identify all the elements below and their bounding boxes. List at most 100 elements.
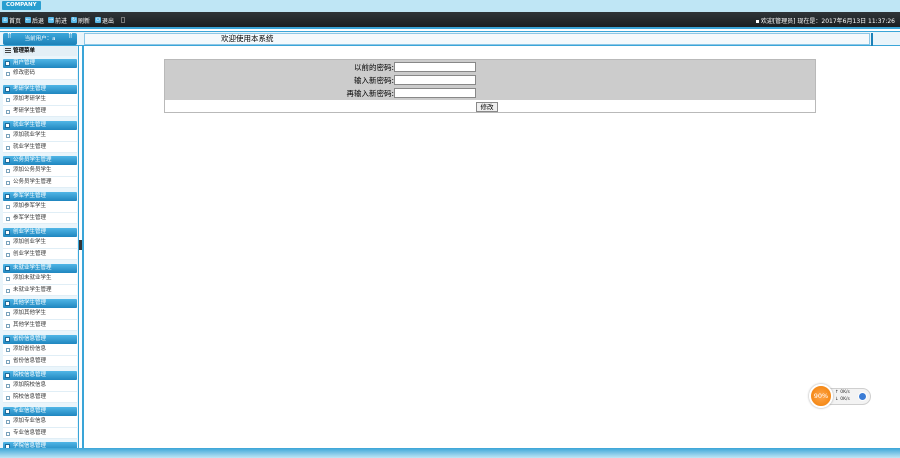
menu-item[interactable]: 院校信息管理	[3, 391, 77, 403]
menu-item-label: 修改密码	[13, 70, 36, 76]
download-arrow: ↓	[835, 397, 839, 402]
menu-item[interactable]: 添加其他学生	[3, 308, 77, 320]
menu-group-header[interactable]: 创业学生管理	[3, 228, 77, 237]
menu-item[interactable]: 就业学生管理	[3, 141, 77, 153]
menu-item[interactable]: 专业信息管理	[3, 427, 77, 439]
menu-item-label: 公务员学生管理	[13, 178, 52, 185]
toolbar: ⌂ 首页 ← 后退 → 前进 ↻ 刷新 ⏻ 退出 欢迎[管理员] 现在是：2017年6月1…	[0, 12, 900, 29]
folder-icon	[5, 409, 10, 414]
menu-group: 公务员学生管理 添加公务员学生 公务员学生管理	[3, 156, 77, 188]
menu-group-header[interactable]: 用户管理	[3, 59, 77, 68]
top-banner: COMPANY	[0, 0, 900, 12]
menu-group-title: 创业学生管理	[13, 229, 47, 235]
new-password-label: 输入新密码:	[353, 76, 394, 85]
accelerate-icon[interactable]	[858, 392, 867, 401]
menu-group-title: 公务员学生管理	[13, 157, 52, 163]
menu-item[interactable]: 添加公务员学生	[3, 165, 77, 177]
current-user-label: 当前用户：a	[24, 36, 56, 42]
old-password-row: 以前的密码:	[165, 62, 815, 73]
menu-group: 其他学生管理 添加其他学生 其他学生管理	[3, 299, 77, 331]
confirm-password-input[interactable]	[394, 88, 476, 98]
menu-item[interactable]: 省份信息管理	[3, 355, 77, 367]
list-icon	[5, 48, 11, 54]
content-title-bar: 欢迎使用本系统	[84, 33, 870, 45]
menu-item[interactable]: 未就业学生管理	[3, 284, 77, 296]
menu-item[interactable]: 参军学生管理	[3, 212, 77, 224]
title-right-edge	[871, 33, 873, 46]
menu-item[interactable]: 其他学生管理	[3, 319, 77, 331]
menu-item-label: 添加参军学生	[13, 203, 47, 209]
pin-right-icon: ⇑	[67, 31, 74, 40]
sidebar: 管理菜单 用户管理 修改密码 考研学生管理 添加考研学生 考研学生管理 就业学生管理 添加就…	[0, 46, 79, 450]
menu-group-header[interactable]: 考研学生管理	[3, 85, 77, 94]
home-icon: ⌂	[2, 17, 8, 23]
menu-item-label: 创业学生管理	[13, 250, 47, 257]
menu-group-header[interactable]: 参军学生管理	[3, 192, 77, 201]
new-password-row: 输入新密码:	[165, 75, 815, 86]
menu-item[interactable]: 修改密码	[3, 68, 77, 80]
menu-group-header[interactable]: 院校信息管理	[3, 371, 77, 380]
submit-button[interactable]: 修改	[476, 102, 498, 112]
menu-item[interactable]: 添加参军学生	[3, 201, 77, 213]
menu-item-label: 考研学生管理	[13, 107, 47, 114]
menu-group: 考研学生管理 添加考研学生 考研学生管理	[3, 85, 77, 117]
welcome-text: 欢迎[管理员] 现在是：2017年6月13日 11:37:26	[755, 16, 895, 25]
menu-item-icon	[6, 395, 10, 400]
menu-group-header[interactable]: 省份信息管理	[3, 335, 77, 344]
menu-group-header[interactable]: 未就业学生管理	[3, 264, 77, 273]
old-password-input[interactable]	[394, 62, 476, 72]
back-icon: ←	[25, 17, 31, 23]
menu-item-icon	[6, 420, 10, 424]
refresh-button[interactable]: ↻ 刷新	[71, 15, 90, 25]
menu-item[interactable]: 添加专业信息	[3, 416, 77, 428]
refresh-icon: ↻	[71, 17, 77, 23]
folder-icon	[5, 301, 10, 306]
menu-group-header[interactable]: 公务员学生管理	[3, 156, 77, 165]
menu-item[interactable]: 考研学生管理	[3, 105, 77, 117]
footer-bar	[0, 448, 900, 458]
menu-item[interactable]: 添加院校信息	[3, 380, 77, 392]
menu-item-label: 添加专业信息	[13, 418, 47, 424]
menu-item-icon	[6, 241, 10, 245]
menu-item-label: 参军学生管理	[13, 214, 47, 221]
menu-item-icon	[6, 312, 10, 316]
menu-item[interactable]: 添加未就业学生	[3, 273, 77, 285]
folder-icon	[5, 337, 10, 342]
menu-item[interactable]: 添加省份信息	[3, 344, 77, 356]
menu-item-label: 就业学生管理	[13, 143, 47, 150]
sidebar-divider	[82, 46, 84, 450]
back-button[interactable]: ← 后退	[25, 15, 44, 25]
menu-item[interactable]: 添加创业学生	[3, 237, 77, 249]
folder-icon	[5, 194, 10, 199]
menu-group: 参军学生管理 添加参军学生 参军学生管理	[3, 192, 77, 224]
exit-label: 退出	[102, 17, 115, 25]
menu-item[interactable]: 添加就业学生	[3, 130, 77, 142]
menu-group-header[interactable]: 就业学生管理	[3, 121, 77, 130]
menu-item-icon	[6, 145, 10, 150]
menu-group-header[interactable]: 其他学生管理	[3, 299, 77, 308]
menu-group-header[interactable]: 专业信息管理	[3, 407, 77, 416]
menu-group: 专业信息管理 添加专业信息 专业信息管理	[3, 407, 77, 439]
home-button[interactable]: ⌂ 首页	[2, 15, 21, 25]
menu-item[interactable]: 创业学生管理	[3, 248, 77, 260]
menu-item-icon	[6, 323, 10, 328]
menu-item[interactable]: 添加考研学生	[3, 94, 77, 106]
menu-group: 创业学生管理 添加创业学生 创业学生管理	[3, 228, 77, 260]
company-logo: COMPANY	[2, 1, 41, 10]
forward-label: 前进	[55, 17, 68, 25]
menu-item-label: 添加未就业学生	[13, 275, 52, 281]
menu-item-icon	[6, 277, 10, 281]
menu-group-title: 用户管理	[13, 60, 36, 66]
folder-icon	[5, 158, 10, 163]
exit-button[interactable]: ⏻ 退出	[95, 15, 114, 25]
menu-item-label: 添加院校信息	[13, 382, 47, 388]
menu-group: 用户管理 修改密码	[3, 59, 77, 80]
network-speed-widget[interactable]: 90% ↑ 0K/s ↓ 0K/s	[809, 384, 871, 408]
forward-button[interactable]: → 前进	[48, 15, 67, 25]
menu-item[interactable]: 公务员学生管理	[3, 176, 77, 188]
power-icon: ⏻	[95, 17, 101, 23]
menu-item-icon	[6, 180, 10, 185]
new-password-input[interactable]	[394, 75, 476, 85]
page-title: 欢迎使用本系统	[221, 34, 274, 43]
menu-item-label: 省份信息管理	[13, 357, 47, 364]
